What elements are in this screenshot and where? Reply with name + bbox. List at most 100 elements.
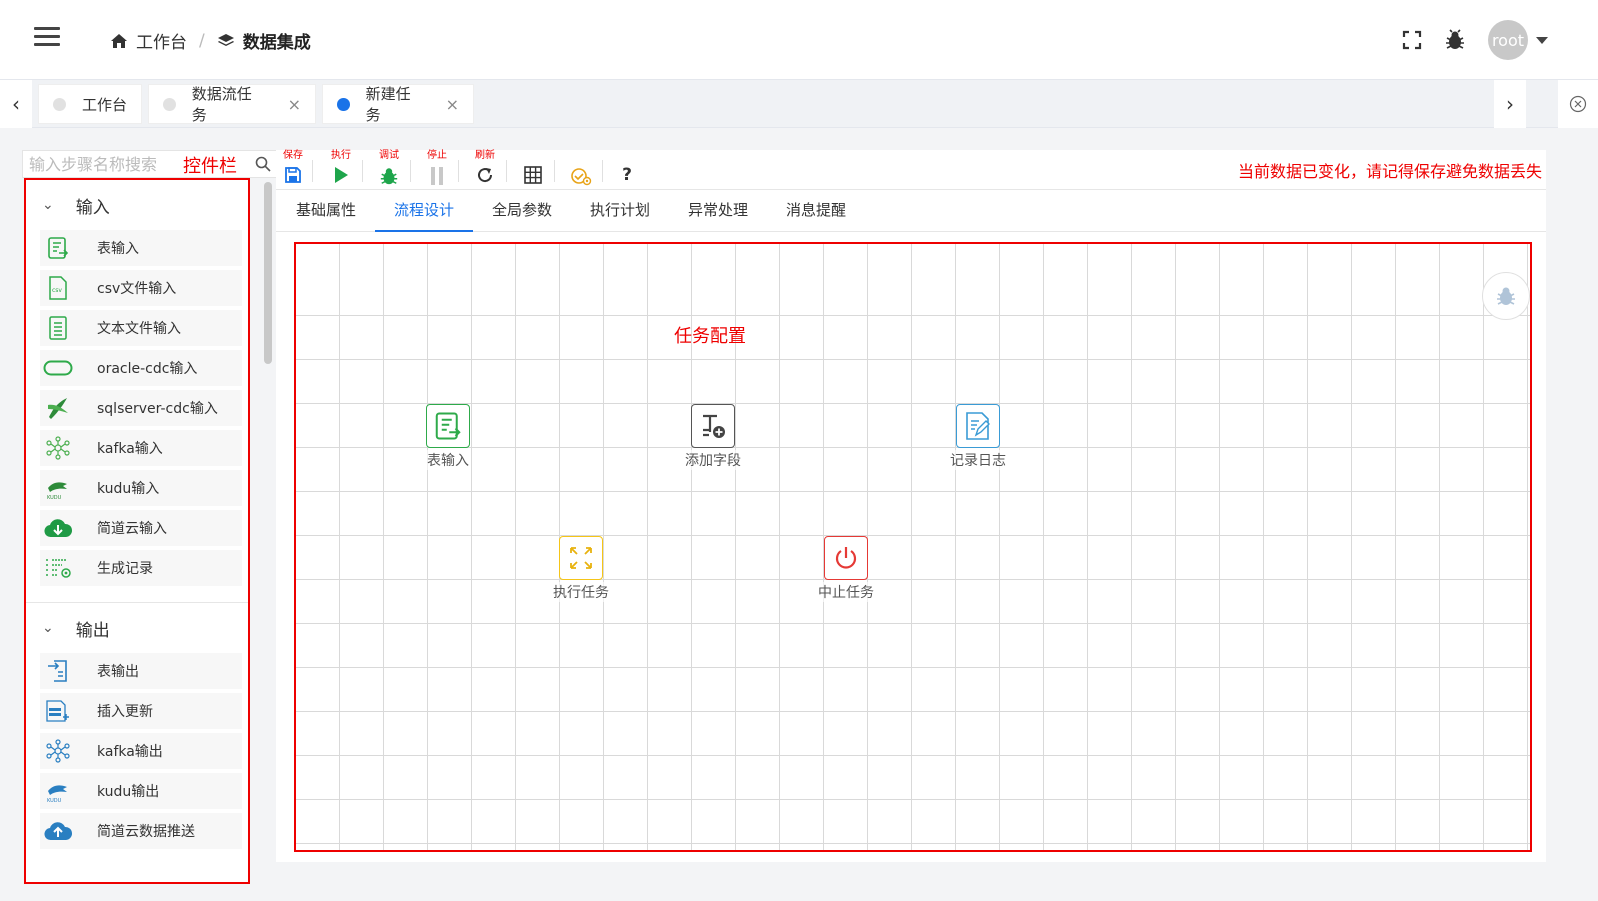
help-button[interactable]: ? — [612, 150, 642, 190]
table-input-icon — [426, 404, 470, 448]
palette-item-oracle-cdc[interactable]: oracle-cdc输入 — [40, 350, 242, 386]
text-file-icon — [43, 315, 73, 341]
palette-item-label: 表输入 — [97, 241, 139, 257]
breadcrumb-separator: / — [199, 30, 205, 51]
palette-item-kafka-output[interactable]: kafka输出 — [40, 733, 242, 769]
palette-item-csv-input[interactable]: csv csv文件输入 — [40, 270, 242, 306]
stop-button[interactable]: 停止 — [422, 150, 452, 190]
palette-item-text-input[interactable]: 文本文件输入 — [40, 310, 242, 346]
tab-workbench[interactable]: 工作台 — [38, 84, 142, 124]
flow-node-abort-task[interactable]: 中止任务 — [806, 536, 886, 602]
tab-execution-plan[interactable]: 执行计划 — [580, 190, 660, 232]
page-tabs-bar: ‹ 工作台 数据流任务 × 新建任务 × › — [0, 80, 1598, 128]
tab-flow-design[interactable]: 流程设计 — [375, 190, 473, 232]
check-config-button[interactable] — [566, 150, 596, 190]
flow-node-label: 执行任务 — [553, 582, 609, 602]
step-search: 控件栏 — [22, 150, 278, 178]
flow-node-table-input[interactable]: 表输入 — [408, 404, 488, 470]
chevron-down-icon[interactable]: ⌄ — [42, 197, 54, 213]
palette-scrollbar[interactable] — [264, 182, 272, 364]
palette-item-label: 简道云数据推送 — [97, 824, 195, 840]
cloud-download-icon — [43, 515, 73, 541]
group-title: 输入 — [75, 197, 110, 218]
close-all-tabs-icon[interactable] — [1558, 80, 1598, 128]
tab-status-dot — [337, 97, 350, 111]
group-header-output[interactable]: ⌄ 输出 — [26, 603, 248, 653]
tab-exception-handling[interactable]: 异常处理 — [678, 190, 758, 232]
menu-toggle-icon[interactable] — [34, 27, 60, 49]
power-icon — [824, 536, 868, 580]
grid-toggle-button[interactable] — [518, 150, 548, 190]
toolbar-divider — [506, 160, 507, 182]
play-icon — [335, 167, 348, 183]
palette-item-insert-update[interactable]: 插入更新 — [40, 693, 242, 729]
canvas-debug-float-button[interactable] — [1482, 272, 1530, 320]
palette-item-label: kafka输出 — [97, 744, 163, 760]
debug-label: 调试 — [379, 150, 399, 161]
palette-item-label: 插入更新 — [97, 704, 153, 720]
layers-icon — [217, 33, 234, 46]
breadcrumb-home[interactable]: 工作台 — [110, 28, 187, 53]
tab-new-task[interactable]: 新建任务 × — [322, 84, 474, 124]
tabs-prev-icon[interactable]: ‹ — [0, 80, 32, 128]
tabs-next-icon[interactable]: › — [1494, 80, 1526, 128]
flow-canvas[interactable]: 任务配置 表输入 添加字段 记录日志 执行任务 中止任务 — [294, 242, 1532, 852]
palette-item-label: 简道云输入 — [97, 521, 167, 537]
refresh-icon — [478, 168, 493, 183]
fullscreen-icon[interactable] — [1402, 30, 1422, 50]
palette-item-table-output[interactable]: 表输出 — [40, 653, 242, 689]
settings-check-icon — [571, 168, 592, 186]
chevron-down-icon[interactable]: ⌄ — [42, 620, 54, 636]
palette-item-kudu-input[interactable]: KUDU kudu输入 — [40, 470, 242, 506]
pause-icon — [431, 167, 443, 185]
palette-item-kudu-output[interactable]: KUDU kudu输出 — [40, 773, 242, 809]
tab-close-icon[interactable]: × — [446, 95, 459, 114]
svg-text:csv: csv — [52, 287, 62, 294]
stop-label: 停止 — [427, 150, 447, 161]
refresh-label: 刷新 — [475, 150, 495, 161]
debug-button[interactable]: 调试 — [374, 150, 404, 190]
save-label: 保存 — [283, 150, 303, 161]
flow-node-label: 记录日志 — [950, 450, 1006, 470]
palette-item-label: kudu输出 — [97, 784, 160, 800]
tab-basic-properties[interactable]: 基础属性 — [286, 190, 366, 232]
flow-node-write-log[interactable]: 记录日志 — [938, 404, 1018, 470]
breadcrumb: 工作台 / 数据集成 — [110, 28, 311, 53]
palette-item-jdy-input[interactable]: 简道云输入 — [40, 510, 242, 546]
tab-dataflow-tasks[interactable]: 数据流任务 × — [148, 84, 316, 124]
refresh-button[interactable]: 刷新 — [470, 150, 500, 190]
user-dropdown-caret-icon[interactable] — [1536, 36, 1548, 44]
tab-message-alerts[interactable]: 消息提醒 — [776, 190, 856, 232]
flow-node-label: 中止任务 — [818, 582, 874, 602]
toolbar-divider — [458, 160, 459, 182]
flow-node-add-field[interactable]: 添加字段 — [673, 404, 753, 470]
palette-item-jdy-push[interactable]: 简道云数据推送 — [40, 813, 242, 849]
palette-item-label: sqlserver-cdc输入 — [97, 401, 218, 417]
kudu-icon: KUDU — [43, 475, 73, 501]
save-icon — [285, 167, 301, 183]
flow-node-execute-task[interactable]: 执行任务 — [541, 536, 621, 602]
tab-status-dot — [163, 97, 176, 111]
unsaved-changes-warning: 当前数据已变化，请记得保存避免数据丢失 — [1237, 162, 1542, 181]
kafka-icon — [43, 738, 73, 764]
avatar[interactable]: root — [1488, 20, 1528, 60]
palette-item-label: csv文件输入 — [97, 281, 177, 297]
run-button[interactable]: 执行 — [326, 150, 356, 190]
tab-close-icon[interactable]: × — [288, 95, 301, 114]
tab-label: 数据流任务 — [191, 85, 252, 124]
palette-item-kafka-input[interactable]: kafka输入 — [40, 430, 242, 466]
generate-records-icon — [43, 555, 73, 581]
design-tabs: 基础属性 流程设计 全局参数 执行计划 异常处理 消息提醒 — [276, 190, 1546, 232]
flow-node-label: 添加字段 — [685, 450, 741, 470]
tab-global-params[interactable]: 全局参数 — [482, 190, 562, 232]
save-button[interactable]: 保存 — [278, 150, 308, 190]
log-icon — [956, 404, 1000, 448]
step-search-input[interactable] — [23, 151, 173, 177]
palette-item-table-input[interactable]: 表输入 — [40, 230, 242, 266]
bug-icon[interactable] — [1444, 29, 1466, 51]
run-label: 执行 — [331, 150, 351, 161]
search-icon[interactable] — [255, 156, 271, 172]
group-header-input[interactable]: ⌄ 输入 — [26, 180, 248, 230]
palette-item-generate-records[interactable]: 生成记录 — [40, 550, 242, 586]
palette-item-sqlserver-cdc[interactable]: sqlserver-cdc输入 — [40, 390, 242, 426]
